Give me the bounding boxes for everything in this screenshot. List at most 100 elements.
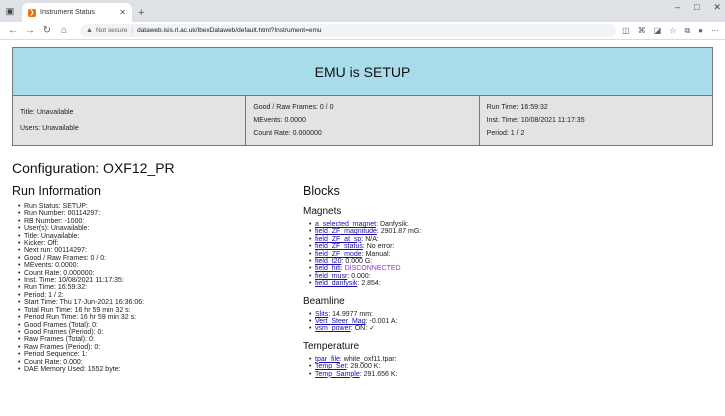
status-panel: Title: Unavailable Users: Unavailable Go… [12, 96, 713, 146]
block-name-link[interactable]: tpar_file [315, 356, 340, 363]
run-info-item: Run Number: 00114297: [18, 210, 303, 218]
status-cell-title: Title: Unavailable Users: Unavailable [13, 96, 247, 145]
banner-title: EMU is SETUP [314, 63, 411, 80]
run-information-section: Run Information Run Status: SETUP:Run Nu… [12, 184, 303, 378]
magnets-heading: Magnets [303, 206, 342, 217]
favorites-star-icon[interactable]: ☆ [669, 26, 676, 36]
run-info-item: Period Sequence: 1: [18, 351, 303, 359]
content-columns: Run Information Run Status: SETUP:Run Nu… [12, 184, 713, 379]
block-name-link[interactable]: Temp_Sample [315, 371, 360, 378]
temperature-heading: Temperature [303, 340, 360, 352]
block-item: Temp_Set: 28.000 K: [309, 363, 713, 371]
page-content: EMU is SETUP Title: Unavailable Users: U… [0, 40, 725, 379]
block-item: a_selected_magnet: Danfysik: [309, 221, 713, 229]
status-title: Title: Unavailable [20, 109, 74, 116]
status-cell-time: Run Time: 16:59:32 Inst. Time: 10/08/202… [480, 96, 712, 145]
block-name-link[interactable]: Temp_Set [315, 363, 347, 370]
run-info-item: Title: Unavailable: [18, 233, 303, 241]
block-name-link[interactable]: field_danfysik [315, 280, 357, 287]
run-information-list: Run Status: SETUP:Run Number: 00114297: R… [12, 203, 303, 374]
minimize-icon[interactable]: – [675, 2, 680, 13]
block-value: white_oxf11.tpar: [343, 355, 397, 363]
beamline-list: Slits: 14.9977 mm:Vert_Steer_Mag: -0.001… [303, 311, 713, 334]
maximize-icon[interactable]: □ [694, 2, 699, 13]
back-icon[interactable]: ← [6, 25, 20, 36]
run-info-item: Inst. Time: 10/08/2021 11:17:35: [18, 277, 303, 285]
run-info-item: Raw Frames (Total): 0: [18, 336, 303, 344]
block-name-link[interactable]: field_ZF_mode [315, 251, 362, 258]
block-value: 2.854: [361, 280, 381, 288]
tab-title: Instrument Status [40, 9, 95, 16]
block-value: DISCONNECTED [344, 265, 401, 273]
run-info-item: Period Run Time: 16 hr 59 min 32 s: [18, 314, 303, 322]
run-info-item: Run Time: 16:59:32: [18, 284, 303, 292]
extensions-icon[interactable]: ◪ [654, 26, 662, 36]
run-info-item: Run Status: SETUP: [18, 203, 303, 211]
block-name-link[interactable]: field_t20 [315, 258, 341, 265]
close-tab-icon[interactable]: ✕ [119, 8, 126, 17]
block-name-link[interactable]: Vert_Steer_Mag [315, 318, 366, 325]
block-item: Temp_Sample: 291.656 K: [309, 370, 713, 379]
block-name-link[interactable]: Slits [315, 311, 328, 318]
profile-icon[interactable]: ● [698, 26, 703, 36]
block-value: Danfysik: [380, 221, 409, 228]
read-aloud-icon[interactable]: ◫ [622, 26, 630, 36]
block-value: 2901.87 mG: [380, 228, 422, 236]
block-name-link[interactable]: field_ZF_at_sp [315, 236, 361, 243]
run-information-heading: Run Information [12, 184, 101, 198]
block-value: ON: ✓ [354, 325, 375, 333]
warning-icon: ▲ [86, 27, 93, 34]
browser-tabbar: ▣ ❯ Instrument Status ✕ + – □ ✕ [0, 0, 725, 22]
status-cell-frames: Good / Raw Frames: 0 / 0 MEvents: 0.0000… [246, 96, 480, 145]
immersive-reader-icon[interactable]: ⌘ [638, 26, 646, 36]
status-inst-time: Inst. Time: 10/08/2021 11:17:35 [486, 117, 585, 124]
home-icon[interactable]: ⌂ [57, 25, 71, 36]
url-separator: | [131, 27, 134, 34]
block-value: 28.000 K: [350, 363, 381, 371]
block-name-link[interactable]: field_ZF_magnitude [315, 228, 377, 235]
block-value: No error: [366, 243, 395, 251]
block-value: N/A: [365, 235, 379, 243]
forward-icon[interactable]: → [23, 25, 37, 36]
url-field[interactable]: ▲ Not secure | dataweb.isis.rl.ac.uk/Ibe… [80, 24, 617, 37]
run-info-item: Next run: 00114297: [18, 247, 303, 255]
block-value: 0.000 G: [345, 258, 373, 266]
run-info-item: Good Frames (Period): 0: [18, 329, 303, 337]
browser-tab[interactable]: ❯ Instrument Status ✕ [22, 3, 132, 22]
magnets-list: a_selected_magnet: Danfysik:field_ZF_mag… [303, 221, 713, 288]
blocks-section: Blocks Magnets a_selected_magnet: Danfys… [303, 184, 713, 379]
window-controls: – □ ✕ [675, 2, 721, 13]
block-item: Slits: 14.9977 mm: [309, 311, 713, 319]
new-tab-button[interactable]: + [138, 3, 144, 22]
collections-icon[interactable]: ⧉ [684, 26, 690, 36]
close-window-icon[interactable]: ✕ [713, 2, 721, 13]
block-item: field_ZF_mode: Manual: [309, 250, 713, 259]
block-item: field_musr: 0.000: [309, 273, 713, 281]
instrument-status-banner: EMU is SETUP [12, 47, 713, 96]
reload-icon[interactable]: ↻ [40, 25, 54, 36]
block-name-link[interactable]: vsm_power [315, 325, 351, 332]
security-label: Not secure [95, 27, 128, 34]
toolbar-icons: ◫ ⌘ ◪ ☆ ⧉ ● ⋯ [622, 26, 719, 36]
configuration-heading: Configuration: OXF12_PR [12, 160, 175, 176]
block-name-link[interactable]: a_selected_magnet [315, 221, 376, 228]
block-value: 291.656 K: [363, 370, 398, 378]
block-item: field_t20: 0.000 G: [309, 258, 713, 266]
block-name-link[interactable]: field_hifi [315, 265, 341, 272]
run-info-item: Count Rate: 0.000: [18, 359, 303, 367]
address-bar: ← → ↻ ⌂ ▲ Not secure | dataweb.isis.rl.a… [0, 22, 725, 40]
block-name-link[interactable]: field_ZF_status [315, 243, 363, 250]
settings-menu-icon[interactable]: ⋯ [711, 26, 719, 36]
window-menu-icon[interactable]: ▣ [0, 0, 20, 22]
favicon-icon: ❯ [28, 8, 36, 17]
run-info-item: User(s): Unavailable: [18, 225, 303, 233]
url-text: dataweb.isis.rl.ac.uk/IbexDataweb/defaul… [137, 27, 322, 34]
run-info-item: Total Run Time: 16 hr 59 min 32 s: [18, 307, 303, 315]
status-users: Users: Unavailable [20, 125, 79, 132]
blocks-heading: Blocks [303, 184, 340, 198]
block-value: Manual: [365, 250, 391, 258]
run-info-item: Good / Raw Frames: 0 / 0: [18, 255, 303, 263]
block-item: tpar_file: white_oxf11.tpar: [309, 355, 713, 364]
block-name-link[interactable]: field_musr [315, 273, 347, 280]
block-item: field_danfysik: 2.854: [309, 280, 713, 288]
